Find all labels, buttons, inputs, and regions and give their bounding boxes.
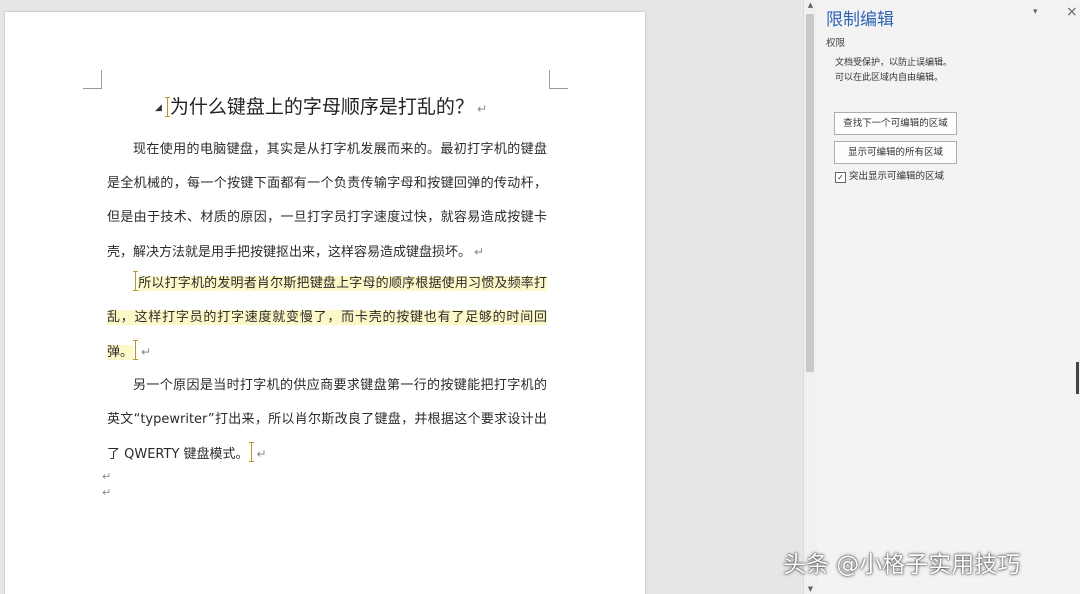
editable-region-bracket [133, 340, 139, 360]
show-all-editable-regions-button[interactable]: 显示可编辑的所有区域 [834, 141, 957, 164]
empty-paragraph-mark-icon: ↵ [102, 486, 112, 499]
empty-paragraph-mark-icon: ↵ [102, 470, 112, 483]
vertical-scrollbar[interactable]: ▲ ▼ [803, 0, 818, 594]
highlight-checkbox-label: 突出显示可编辑的区域 [849, 171, 945, 182]
body-paragraph-2-editable[interactable]: 所以打字机的发明者肖尔斯把键盘上字母的顺序根据使用习惯及频率打乱，这样打字员的打… [107, 267, 547, 370]
page-corner-mark-top-right [549, 70, 568, 89]
paragraph-text: 现在使用的电脑键盘，其实是从打字机发展而来的。最初打字机的键盘是全机械的，每一个… [107, 142, 547, 260]
editable-region-bracket [133, 271, 138, 291]
pane-options-chevron-down-icon[interactable]: ▾ [1033, 7, 1038, 17]
page-corner-mark-top-left [83, 70, 102, 89]
pane-close-icon[interactable]: × [1066, 4, 1078, 20]
document-page[interactable]: ◢ 为什么键盘上的字母顺序是打乱的？ ↵ 现在使用的电脑键盘，其实是从打字机发展而来… [5, 12, 645, 594]
editable-region-bracket [164, 97, 170, 117]
editable-description: 可以在此区域内自由编辑。 [835, 73, 944, 83]
restrict-editing-pane: 限制编辑 ▾ × 权限 文档受保护，以防止误编辑。 可以在此区域内自由编辑。 查… [817, 0, 1080, 594]
paragraph-mark-icon: ↵ [141, 345, 152, 359]
scrollbar-thumb[interactable] [806, 14, 814, 372]
document-area[interactable]: ◢ 为什么键盘上的字母顺序是打乱的？ ↵ 现在使用的电脑键盘，其实是从打字机发展而来… [0, 0, 803, 594]
collapse-triangle-icon[interactable]: ◢ [155, 103, 162, 113]
highlight-editable-regions-option[interactable]: ✓ 突出显示可编辑的区域 [835, 168, 944, 183]
scroll-up-arrow-icon[interactable]: ▲ [804, 1, 817, 9]
document-heading[interactable]: ◢ 为什么键盘上的字母顺序是打乱的？ ↵ [155, 92, 487, 119]
highlight-checkbox[interactable]: ✓ [835, 172, 846, 183]
paragraph-mark-icon: ↵ [476, 102, 487, 116]
protection-description: 文档受保护，以防止误编辑。 [835, 58, 953, 68]
watermark: 头条 @小格子实用技巧 [783, 552, 1021, 578]
editable-region-bracket [248, 442, 254, 462]
heading-text: 为什么键盘上的字母顺序是打乱的？ [169, 96, 474, 118]
find-next-editable-region-button[interactable]: 查找下一个可编辑的区域 [834, 112, 957, 135]
permissions-section-label: 权限 [826, 38, 846, 49]
body-paragraph-1[interactable]: 现在使用的电脑键盘，其实是从打字机发展而来的。最初打字机的键盘是全机械的，每一个… [107, 133, 547, 270]
paragraph-mark-icon: ↵ [474, 245, 485, 259]
pane-resize-handle[interactable] [1076, 362, 1079, 394]
paragraph-mark-icon: ↵ [256, 447, 267, 461]
editable-highlighted-text[interactable]: 所以打字机的发明者肖尔斯把键盘上字母的顺序根据使用习惯及频率打乱，这样打字员的打… [107, 276, 547, 360]
scroll-down-arrow-icon[interactable]: ▼ [804, 585, 817, 593]
body-paragraph-3[interactable]: 另一个原因是当时打字机的供应商要求键盘第一行的按键能把打字机的英文“typewr… [107, 369, 547, 472]
pane-title: 限制编辑 [826, 10, 894, 30]
paragraph-text: 另一个原因是当时打字机的供应商要求键盘第一行的按键能把打字机的英文“typewr… [107, 378, 547, 462]
